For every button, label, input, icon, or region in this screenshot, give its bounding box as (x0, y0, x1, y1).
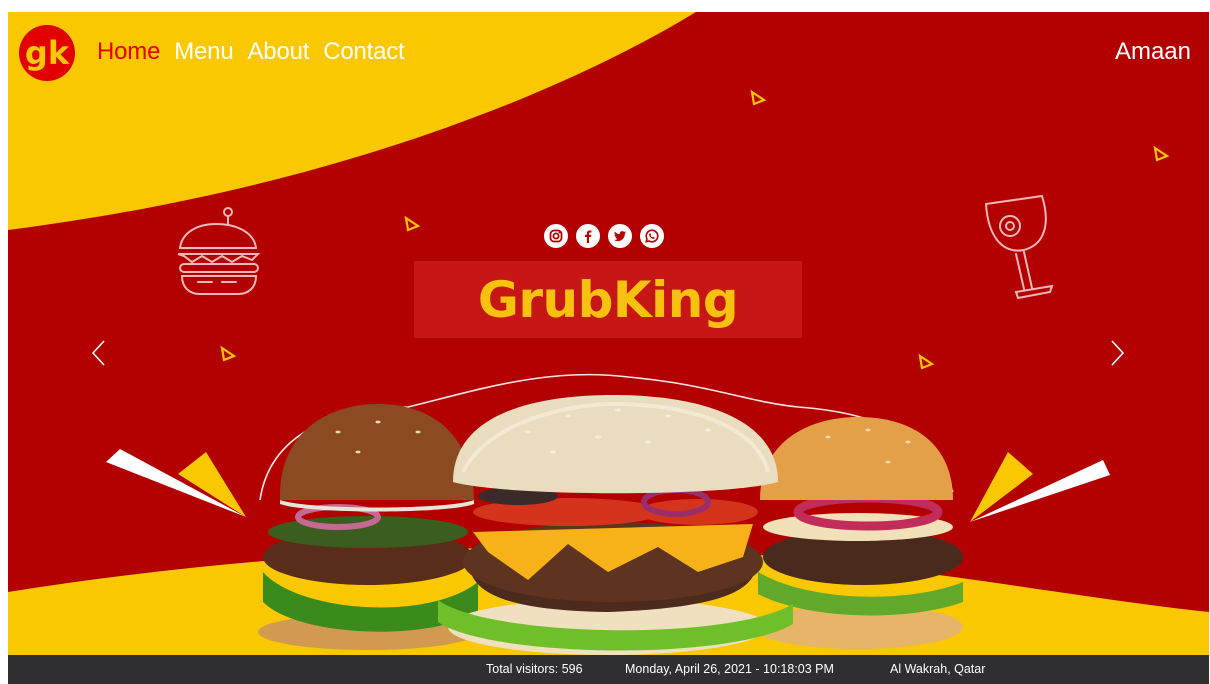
instagram-icon[interactable] (544, 224, 568, 248)
nav-menu-link[interactable]: Menu (174, 38, 233, 66)
footer-datetime: Monday, April 26, 2021 - 10:18:03 PM (625, 662, 834, 676)
burger-outline-icon (177, 207, 261, 295)
chevron-right-icon (1111, 340, 1125, 366)
wine-glass-outline-icon (984, 194, 1054, 300)
twitter-icon[interactable] (608, 224, 632, 248)
chevron-left-icon (91, 340, 105, 366)
burgers-image (258, 395, 963, 655)
facebook-icon[interactable] (576, 224, 600, 248)
nav-home-link[interactable]: Home (97, 38, 160, 66)
logo[interactable]: gk (18, 24, 76, 82)
user-name[interactable]: Amaan (1115, 38, 1191, 66)
nav-about-link[interactable]: About (247, 38, 309, 66)
logo-text: gk (25, 34, 70, 72)
page-frame: gk Home Menu About Contact Amaan GrubKin… (8, 12, 1209, 684)
footer-bar: Total visitors: 596 Monday, April 26, 20… (8, 655, 1209, 684)
hero-title-box: GrubKing (414, 261, 802, 338)
social-links (544, 224, 664, 248)
carousel-next-button[interactable] (1106, 338, 1130, 368)
carousel-prev-button[interactable] (86, 338, 110, 368)
hero-title: GrubKing (477, 270, 739, 329)
nav-contact-link[interactable]: Contact (323, 38, 405, 66)
footer-location: Al Wakrah, Qatar (890, 662, 986, 676)
hero-section: gk Home Menu About Contact Amaan GrubKin… (8, 12, 1209, 655)
whatsapp-icon[interactable] (640, 224, 664, 248)
main-nav: Home Menu About Contact (97, 38, 405, 66)
visitor-count: Total visitors: 596 (486, 662, 583, 676)
